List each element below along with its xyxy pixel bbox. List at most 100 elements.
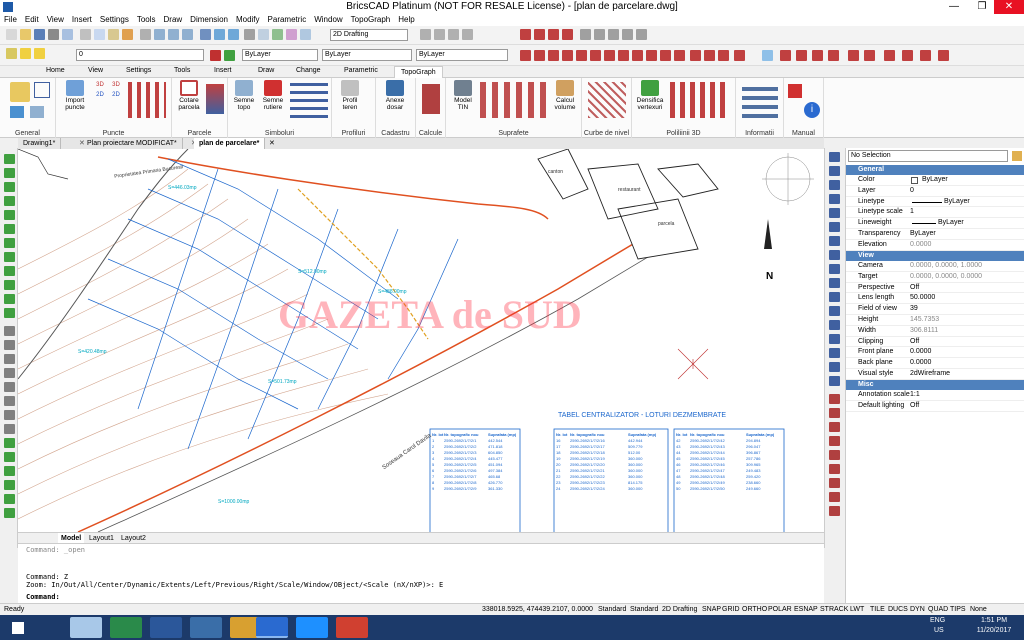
fillet-icon[interactable] [829,362,840,372]
section-misc[interactable]: Misc [846,380,1024,390]
point-3d-button[interactable]: 3D [92,82,108,89]
snap-geometric-icon[interactable] [704,50,715,61]
tool-palette-icon[interactable] [286,29,297,40]
move-icon[interactable] [829,222,840,232]
polyline-tools-icon[interactable] [670,82,730,118]
table-tool-icon[interactable] [4,354,15,364]
menu-settings[interactable]: Settings [96,14,133,26]
menu-parametric[interactable]: Parametric [264,14,311,26]
snap-center3d-icon[interactable] [920,50,931,61]
color-select[interactable]: ByLayer [242,49,318,61]
snap-3d-icon[interactable] [780,50,791,61]
trim-icon[interactable] [829,292,840,302]
helix-icon[interactable] [4,480,15,490]
drawing-canvas[interactable]: GAZETA de SUD N TABEL CENTRALIZATOR - LO… [18,149,824,532]
explorer-icon[interactable] [272,29,283,40]
mirror-icon[interactable] [829,180,840,190]
snap-endpoint-icon[interactable] [520,29,531,40]
save-icon[interactable] [34,29,45,40]
tab-change[interactable]: Change [296,67,321,74]
model-tin-button[interactable]: Model TIN [450,80,476,111]
snap-face-icon[interactable] [828,50,839,61]
settings-icon[interactable] [244,29,255,40]
rectangle-icon[interactable] [4,210,15,220]
tab-tools[interactable]: Tools [174,67,190,74]
tab-insert[interactable]: Insert [214,67,232,74]
view-front-icon[interactable] [434,29,445,40]
snap-tangent-icon[interactable] [590,50,601,61]
snap-extension-icon[interactable] [562,50,573,61]
snap-intersection-icon[interactable] [548,50,559,61]
densifica-vertexuri-button[interactable]: Densifica vertexuri [634,80,666,111]
semne-topo-button[interactable]: Semne topo [230,80,258,111]
tab-home[interactable]: Home [46,67,65,74]
taskbar-app-icon[interactable] [110,617,142,638]
anexe-dosar-button[interactable]: Anexe dosar [380,80,410,111]
snap-clear3d-icon[interactable] [938,50,949,61]
quick-select-icon[interactable] [1012,151,1022,161]
parcel-tools-icon[interactable] [206,84,224,114]
region-icon[interactable] [4,294,15,304]
snap-edge-icon[interactable] [812,50,823,61]
layers-icon[interactable] [200,29,211,40]
view-right-icon[interactable] [448,29,459,40]
lengthen-icon[interactable] [829,278,840,288]
menu-view[interactable]: View [43,14,68,26]
lineweight-select[interactable]: ByLayer [416,49,508,61]
bulb-icon[interactable] [20,48,31,59]
symbol-tools-icon[interactable] [290,82,328,118]
doc-tab-drawing1[interactable]: Drawing1* [18,138,62,149]
doc-tab-plan-parcelare[interactable]: plan de parcelare* [194,138,266,149]
tolerance-icon[interactable] [829,492,840,502]
solid-icon[interactable] [4,494,15,504]
cotare-parcela-button[interactable]: Cotare parcela [174,80,204,111]
dim-aligned-icon[interactable] [829,408,840,418]
menu-help[interactable]: Help [394,14,418,26]
tray-language[interactable]: ENG [930,617,945,624]
ray-icon[interactable] [4,452,15,462]
print-icon[interactable] [48,29,59,40]
xline-icon[interactable] [4,466,15,476]
close-button[interactable]: ✕ [994,0,1024,14]
cut-icon[interactable] [80,29,91,40]
new-icon[interactable] [6,29,17,40]
tab-view[interactable]: View [88,67,103,74]
box-icon[interactable] [580,29,591,40]
minimize-button[interactable]: — [940,0,968,14]
layer-select[interactable]: 0 [76,49,204,61]
mtext-icon[interactable] [4,368,15,378]
stretch-icon[interactable] [829,264,840,274]
profil-teren-button[interactable]: Profil teren [336,80,364,111]
point-tools-icon[interactable] [128,82,166,118]
snap-quadrant-icon[interactable] [618,50,629,61]
cone-icon[interactable] [622,29,633,40]
snap-insertion-icon[interactable] [632,50,643,61]
properties-icon[interactable] [258,29,269,40]
snap-from-icon[interactable] [718,50,729,61]
layer-ok-icon[interactable] [224,50,235,61]
sun-icon[interactable] [34,48,45,59]
snap-clear-icon[interactable] [674,50,685,61]
point-3d-b-button[interactable]: 3D [108,82,124,89]
break-icon[interactable] [829,320,840,330]
revcloud-icon[interactable] [4,308,15,318]
settings-panel-icon[interactable] [10,82,30,102]
menu-insert[interactable]: Insert [68,14,96,26]
taskbar-ie-icon[interactable] [296,617,328,638]
semne-rutiere-button[interactable]: Semne rutiere [258,80,288,111]
donut-icon[interactable] [4,438,15,448]
snap-endpoint2-icon[interactable] [520,50,531,61]
info-icon[interactable] [10,106,24,118]
table-icon[interactable] [30,106,44,118]
array-icon[interactable] [829,208,840,218]
match-properties-icon[interactable] [122,29,133,40]
section-view[interactable]: View [846,251,1024,261]
zoom-icon[interactable] [154,29,165,40]
copy-entity-icon[interactable] [829,166,840,176]
wedge-icon[interactable] [636,29,647,40]
workspace-select[interactable]: 2D Drafting [330,29,408,41]
zoom-window-icon[interactable] [168,29,179,40]
snap-vertex-icon[interactable] [796,50,807,61]
tab-draw[interactable]: Draw [258,67,274,74]
snap-midpoint2-icon[interactable] [534,50,545,61]
